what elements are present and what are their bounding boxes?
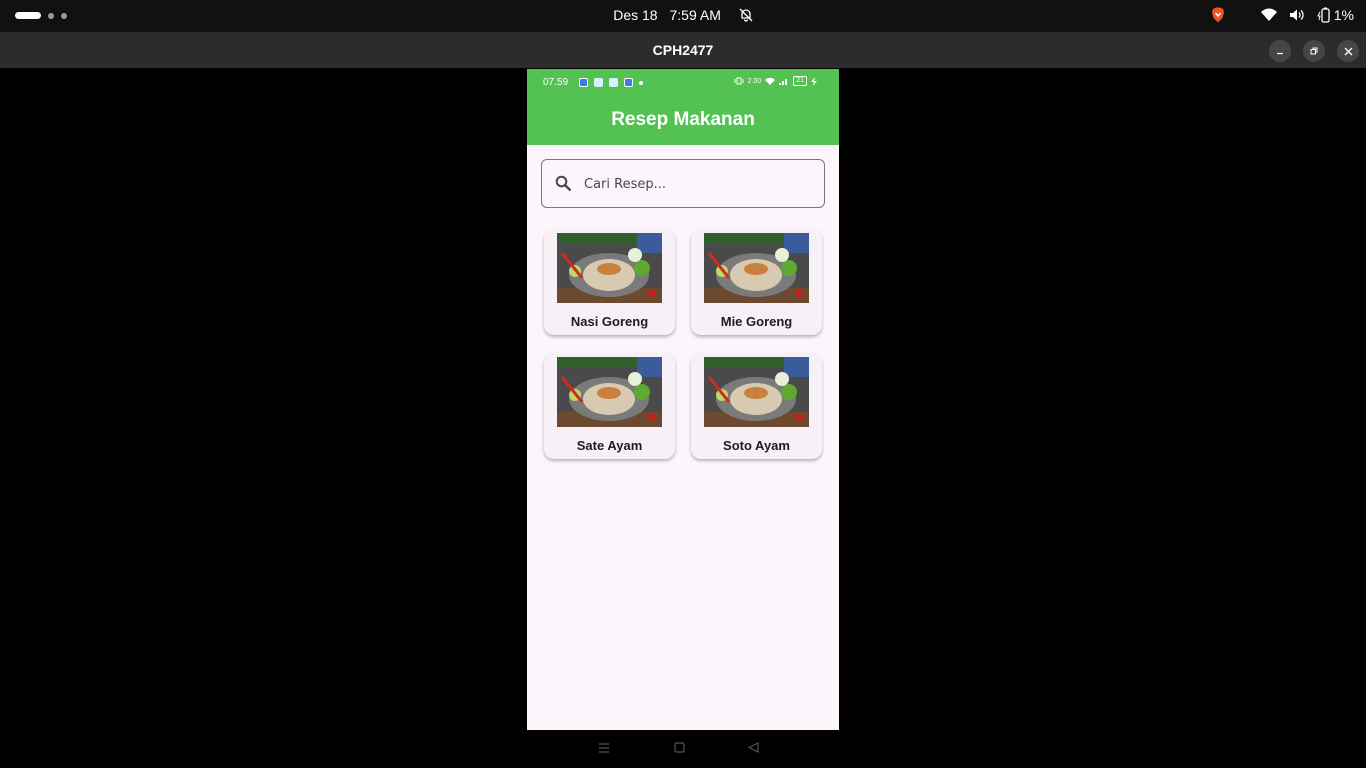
android-status-bar: 07.59 2.00 21 — [527, 69, 839, 97]
phone-screen: 07.59 2.00 21 Resep Makanan Cari Resep..… — [527, 69, 839, 730]
signal-icon — [779, 79, 788, 85]
minimize-icon — [1277, 52, 1283, 55]
phone-wifi-icon — [765, 77, 776, 85]
back-nav-button[interactable] — [747, 742, 759, 756]
system-tray[interactable]: 1% — [1211, 7, 1354, 23]
recipe-name: Mie Goreng — [720, 314, 793, 329]
restore-button[interactable] — [1303, 40, 1325, 62]
notification-icon — [594, 78, 603, 87]
menu-icon — [599, 743, 609, 753]
menu-nav-button[interactable] — [599, 742, 609, 756]
notification-icons — [579, 78, 643, 87]
recipe-image — [557, 357, 662, 427]
search-icon — [555, 175, 572, 192]
back-triangle-icon — [747, 742, 759, 753]
recipe-card-mie-goreng[interactable]: Mie Goreng — [691, 229, 822, 335]
more-notifications-dot — [639, 80, 643, 85]
window-title-bar: CPH2477 — [0, 32, 1366, 68]
recipe-image — [704, 357, 809, 427]
restore-icon — [1310, 47, 1318, 55]
battery-indicator: 1% — [1316, 7, 1354, 23]
wifi-icon — [1260, 8, 1277, 22]
app-title: Resep Makanan — [611, 109, 755, 130]
date-text: Des 18 — [613, 7, 658, 23]
recipe-card-soto-ayam[interactable]: Soto Ayam — [691, 353, 822, 459]
search-input[interactable] — [584, 174, 814, 194]
home-square-icon — [674, 742, 685, 753]
phone-time: 07.59 — [543, 77, 569, 88]
network-speed: 2.00 — [747, 77, 762, 85]
battery-icon — [1316, 7, 1330, 23]
notification-icon — [624, 78, 633, 87]
recipe-name: Sate Ayam — [576, 438, 643, 453]
phone-battery: 21 — [793, 76, 807, 86]
recipe-name: Soto Ayam — [723, 438, 790, 453]
recipe-card-nasi-goreng[interactable]: Nasi Goreng — [544, 229, 675, 335]
search-field[interactable] — [541, 159, 825, 208]
recipe-name: Nasi Goreng — [570, 314, 649, 329]
message-icon — [609, 78, 618, 87]
brave-browser-icon[interactable] — [1211, 7, 1225, 23]
bell-off-icon — [739, 8, 753, 25]
home-nav-button[interactable] — [674, 742, 685, 756]
time-text: 7:59 AM — [669, 7, 721, 23]
battery-percent: 1% — [1333, 7, 1354, 23]
minimize-button[interactable] — [1269, 40, 1291, 62]
android-nav-bar — [527, 730, 839, 768]
recipe-card-sate-ayam[interactable]: Sate Ayam — [544, 353, 675, 459]
system-top-bar: Des 18 7:59 AM 1% — [0, 0, 1366, 32]
recipe-image — [557, 233, 662, 303]
close-icon — [1344, 47, 1352, 55]
close-button[interactable] — [1337, 40, 1359, 62]
clock-button[interactable]: Des 18 7:59 AM — [0, 7, 1366, 25]
volume-icon — [1289, 8, 1305, 22]
app-bar: Resep Makanan — [527, 97, 839, 145]
charging-icon — [811, 76, 817, 86]
window-title: CPH2477 — [652, 42, 714, 58]
phone-system-icons: 2.00 21 — [734, 76, 817, 86]
recipe-image — [704, 233, 809, 303]
notification-icon — [579, 78, 588, 87]
vibrate-icon — [734, 77, 744, 85]
